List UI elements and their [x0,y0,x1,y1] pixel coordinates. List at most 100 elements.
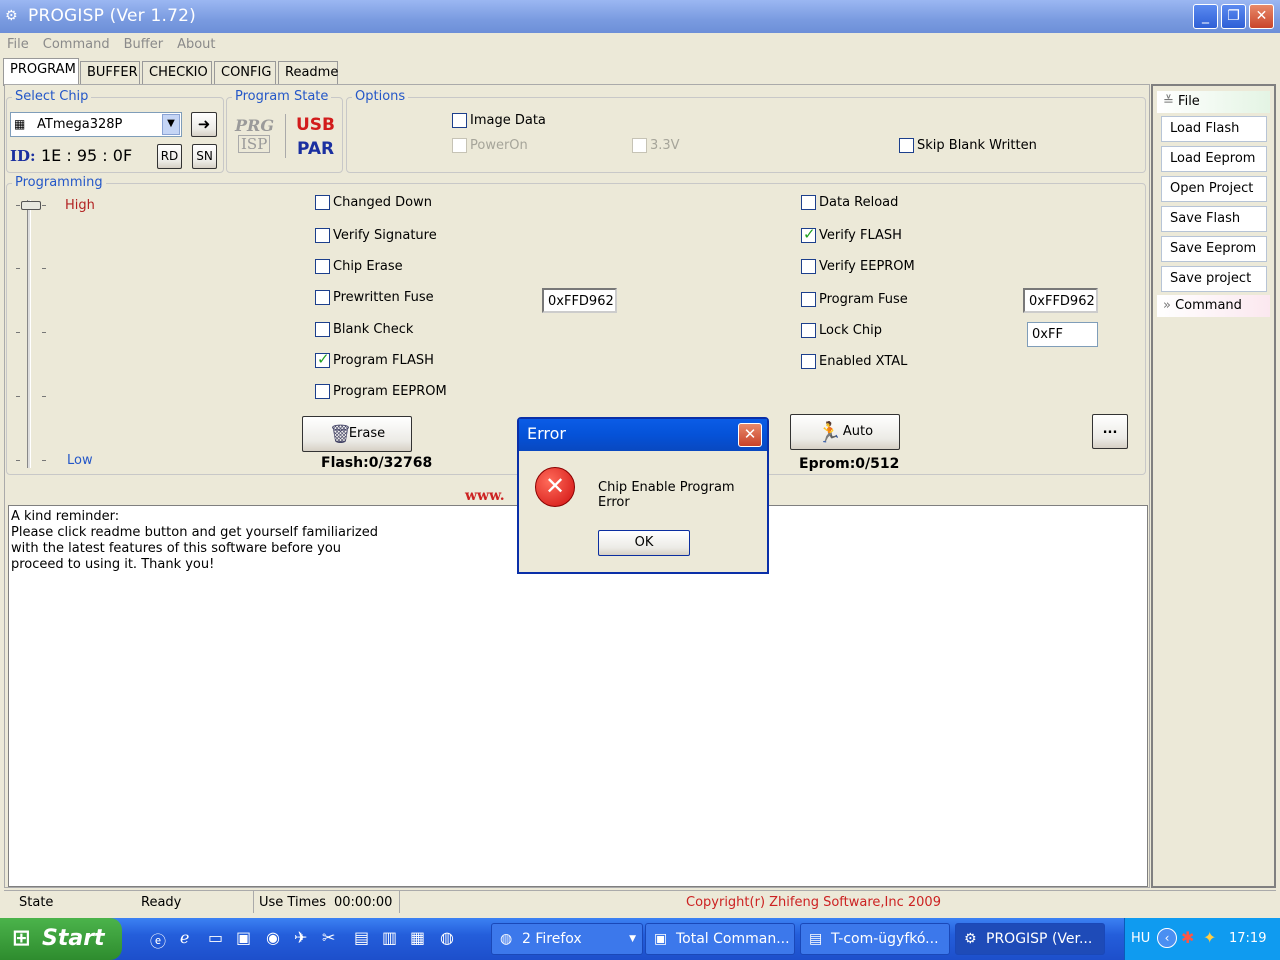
website-link[interactable]: www. [465,488,505,504]
chevron-down-icon[interactable]: ▼ [162,114,180,135]
slider-tick [42,268,46,269]
checkbox-box[interactable] [452,113,467,128]
antivirus-icon[interactable]: ✱ [1181,928,1194,947]
ok-button[interactable]: OK [598,530,690,556]
quicklaunch-ie-icon[interactable]: ⓔ [150,928,166,952]
checkbox-box[interactable] [801,195,816,210]
restore-button[interactable]: ❐ [1221,4,1246,29]
file-section-header[interactable]: ≚ File [1157,91,1270,113]
speed-slider-track[interactable] [27,200,31,468]
quicklaunch-media-icon[interactable]: ◉ [266,928,280,947]
rd-button[interactable]: RD [157,144,182,169]
enabled-xtal-checkbox[interactable]: Enabled XTAL [801,354,907,369]
checkbox-box[interactable] [315,350,330,368]
tab-readme[interactable]: Readme [278,61,338,85]
quicklaunch-disk-icon[interactable]: ▦ [410,928,425,947]
quicklaunch-desktop-icon[interactable]: ▣ [236,928,251,947]
checkbox-box[interactable] [801,354,816,369]
lock-chip-checkbox[interactable]: Lock Chip [801,323,882,338]
erase-button[interactable]: 🗑 Erase [302,416,412,452]
error-dialog: Error ✕ ✕ Chip Enable Program Error OK [517,417,769,574]
chip-erase-checkbox[interactable]: Chip Erase [315,259,403,274]
checkbox-box [632,138,647,153]
verify-eeprom-checkbox[interactable]: Verify EEPROM [801,259,915,274]
quicklaunch-chip-icon[interactable]: ▥ [382,928,397,947]
checkbox-box[interactable] [899,138,914,153]
data-reload-checkbox[interactable]: Data Reload [801,195,898,210]
task-progisp[interactable]: ⚙ PROGISP (Ver... [955,923,1105,955]
tab-program[interactable]: PROGRAM [3,58,79,86]
verify-signature-checkbox[interactable]: Verify Signature [315,228,437,243]
start-button[interactable]: ⊞ Start [0,918,122,960]
task-label: 2 Firefox [522,931,582,947]
arrow-right-button[interactable]: ➜ [191,112,217,137]
checkbox-box [452,138,467,153]
tab-checkio[interactable]: CHECKIO [142,61,212,85]
quicklaunch-file-icon[interactable]: ▤ [354,928,369,947]
checkbox-box[interactable] [315,322,330,337]
checkbox-box[interactable] [801,259,816,274]
erase-label: Erase [348,426,386,441]
quicklaunch-ie2-icon[interactable]: ℯ [180,928,189,947]
image-data-checkbox[interactable]: Image Data [452,113,546,128]
checkbox-box[interactable] [801,292,816,307]
tab-buffer[interactable]: BUFFER [80,61,140,85]
load-flash-button[interactable]: Load Flash [1161,116,1267,142]
close-button[interactable]: ✕ [1249,4,1274,29]
save-flash-button[interactable]: Save Flash [1161,206,1267,232]
open-project-button[interactable]: Open Project [1161,176,1267,202]
auto-button[interactable]: 🏃 Auto [790,414,900,450]
quicklaunch-window-icon[interactable]: ▭ [208,928,223,947]
checkbox-box[interactable] [315,384,330,399]
program-fuse-checkbox[interactable]: Program Fuse [801,292,908,307]
command-section-header[interactable]: » Command [1157,295,1270,317]
side-panel: ≚ File Load Flash Load Eeprom Open Proje… [1151,84,1276,888]
id-label: ID: [10,147,36,165]
poweron-checkbox: PowerOn [452,138,528,153]
quicklaunch-tools-icon[interactable]: ✂ [322,928,335,947]
task-label: PROGISP (Ver... [986,931,1093,947]
changed-down-checkbox[interactable]: Changed Down [315,195,432,210]
prewritten-fuse-checkbox[interactable]: Prewritten Fuse [315,290,434,305]
network-icon[interactable]: ✦ [1203,928,1216,947]
quicklaunch-plane-icon[interactable]: ✈ [294,928,307,947]
save-project-button[interactable]: Save project [1161,266,1267,292]
tab-config[interactable]: CONFIG [214,61,276,85]
save-eeprom-button[interactable]: Save Eeprom [1161,236,1267,262]
checkbox-box[interactable] [315,259,330,274]
dialog-close-button[interactable]: ✕ [738,423,762,447]
checkbox-box[interactable] [801,323,816,338]
chevron-left-icon[interactable]: ‹ [1157,928,1177,948]
quicklaunch-firefox-icon[interactable]: ◍ [440,928,454,947]
slider-tick [16,460,20,461]
checkbox-label: Program Fuse [819,292,908,307]
chip-select[interactable]: ▦ ATmega328P ▼ [10,112,182,137]
program-eeprom-checkbox[interactable]: Program EEPROM [315,384,447,399]
checkbox-box[interactable] [801,225,816,243]
menu-buffer[interactable]: Buffer [124,33,163,57]
verify-flash-checkbox[interactable]: Verify FLASH [801,225,902,243]
program-fuse-value[interactable]: 0xFFD962 [1023,288,1098,313]
checkbox-label: Enabled XTAL [819,354,908,369]
task-word-doc[interactable]: ▤ T-com-ügyfkó... [800,923,950,955]
lock-bits-value[interactable]: 0xFF [1027,322,1098,347]
menu-about[interactable]: About [177,33,215,57]
speed-slider-thumb[interactable] [21,201,41,210]
checkbox-box[interactable] [315,290,330,305]
menu-command[interactable]: Command [43,33,110,57]
task-total-commander[interactable]: ▣ Total Comman... [645,923,795,955]
language-indicator[interactable]: HU [1131,931,1150,946]
task-firefox[interactable]: ◍ 2 Firefox ▼ [491,923,643,955]
menu-file[interactable]: File [7,33,29,57]
load-eeprom-button[interactable]: Load Eeprom [1161,146,1267,172]
checkbox-box[interactable] [315,195,330,210]
minimize-button[interactable]: _ [1193,4,1218,29]
sn-button[interactable]: SN [192,144,217,169]
skip-blank-checkbox[interactable]: Skip Blank Written [899,138,1037,153]
prewritten-fuse-value[interactable]: 0xFFD962 [542,288,617,313]
title-bar: ⚙ PROGISP (Ver 1.72) _ ❐ ✕ [0,0,1280,33]
checkbox-box[interactable] [315,228,330,243]
program-flash-checkbox[interactable]: Program FLASH [315,350,434,368]
blank-check-checkbox[interactable]: Blank Check [315,322,413,337]
more-options-button[interactable]: ... [1092,414,1128,449]
